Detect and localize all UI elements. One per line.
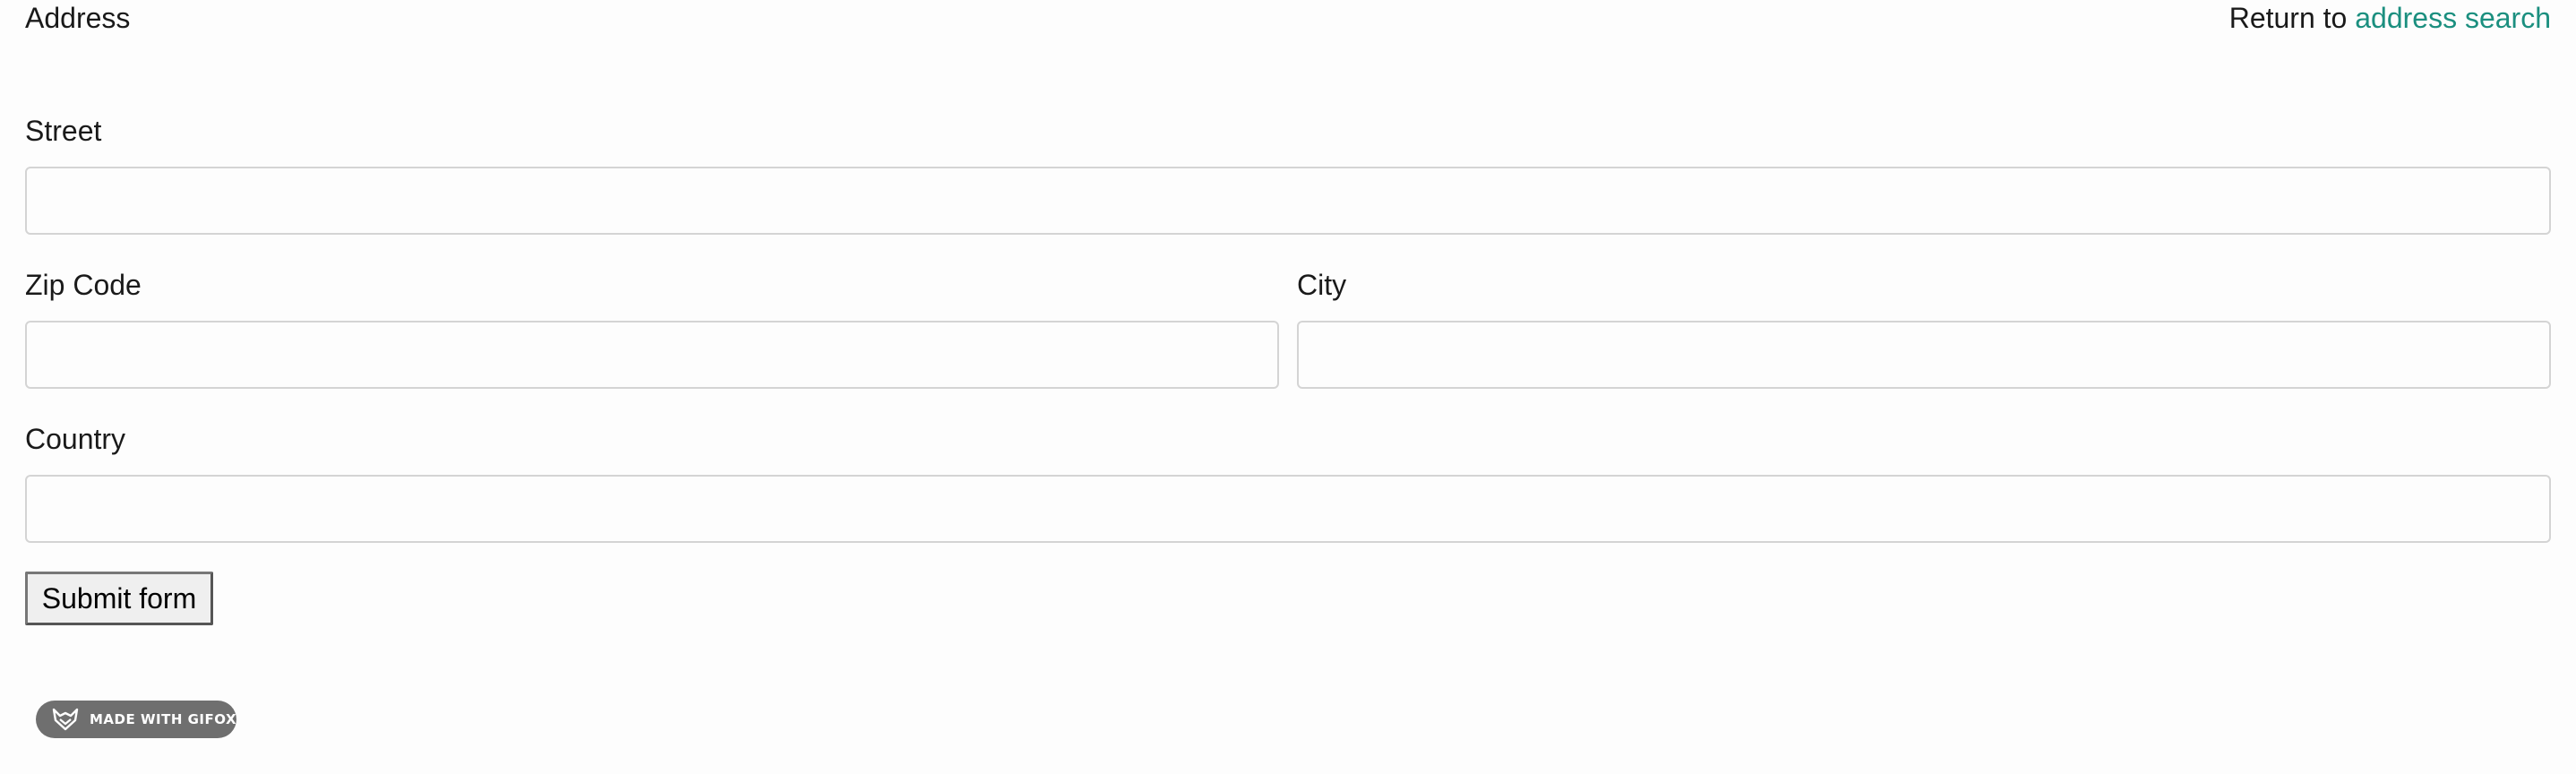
page-title: Address [25, 2, 131, 34]
street-input[interactable] [25, 167, 2551, 235]
fox-icon [52, 708, 79, 731]
page-header: Address Return to address search [25, 0, 2551, 36]
city-input[interactable] [1297, 321, 2551, 389]
badge-text: MADE WITH GIFOX [90, 711, 237, 727]
street-label: Street [25, 115, 102, 147]
address-search-link[interactable]: address search [2355, 2, 2551, 34]
zip-code-input[interactable] [25, 321, 1279, 389]
city-label: City [1297, 269, 1347, 301]
country-input[interactable] [25, 475, 2551, 543]
zip-code-label: Zip Code [25, 269, 142, 301]
made-with-gifox-badge[interactable]: MADE WITH GIFOX [36, 701, 236, 738]
return-prefix-text: Return to [2228, 2, 2348, 34]
return-to-search: Return to address search [2229, 0, 2551, 36]
country-label: Country [25, 423, 126, 455]
submit-form-button[interactable]: Submit form [25, 572, 213, 625]
